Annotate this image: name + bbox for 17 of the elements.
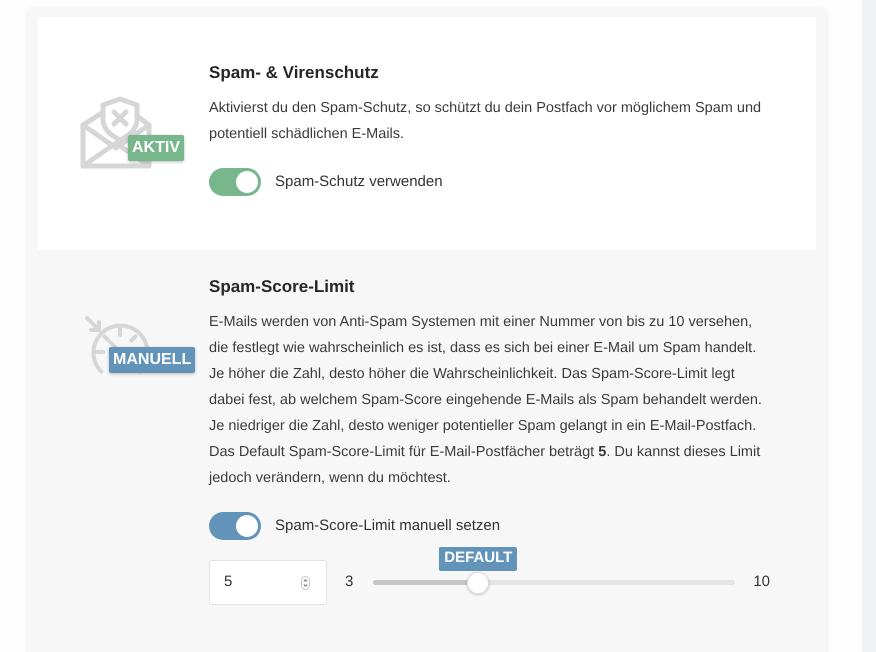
default-marker-badge: DEFAULT <box>439 546 518 570</box>
toggle-label: Spam-Schutz verwenden <box>275 172 443 192</box>
spinner-arrows-icon[interactable] <box>301 576 310 590</box>
section-description: Aktivierst du den Spam-Schutz, so schützt du dein Postfach vor möglichem Spam und potentiell schädlichen E-Mails. <box>209 99 762 144</box>
slider-max-label: 10 <box>753 572 770 592</box>
status-badge: AKTIV <box>128 135 184 161</box>
number-field[interactable]: 5 <box>209 560 327 605</box>
toggle-switch[interactable] <box>209 168 261 196</box>
status-badge: MANUELL <box>109 347 196 373</box>
section-description: E-Mails werden von Anti-Spam Systemen mit einer Nummer von bis zu 10 versehen, die festlegt wie wahrscheinlich es ist, dass es sich bei einer E-Mail um Spam handelt. Je höher die Zahl, desto höher die Wahrscheinlichkeit. Das Spam-Score-Limit legt dabei fest, ab welchem Spam-Score eingehende E-Mails als Spam behandelt werden. Je niedriger die Zahl, desto weniger potentieller Spam gelangt in ein E-Mail-Postfach. Das Default Spam-Score-Limit für E-Mail-Postfächer beträgt 5. Du kannst dieses Limit jedoch verändern, wenn du möchtest. <box>209 313 763 488</box>
toggle-switch[interactable] <box>209 512 261 540</box>
slider-thumb[interactable] <box>467 572 490 594</box>
slider-track[interactable] <box>373 572 736 594</box>
slider-min-label: 3 <box>345 572 354 592</box>
section-title: Spam- & Virenschutz <box>209 62 380 84</box>
section-title: Spam-Score-Limit <box>209 276 356 298</box>
toggle-label: Spam-Score-Limit manuell setzen <box>275 516 500 536</box>
